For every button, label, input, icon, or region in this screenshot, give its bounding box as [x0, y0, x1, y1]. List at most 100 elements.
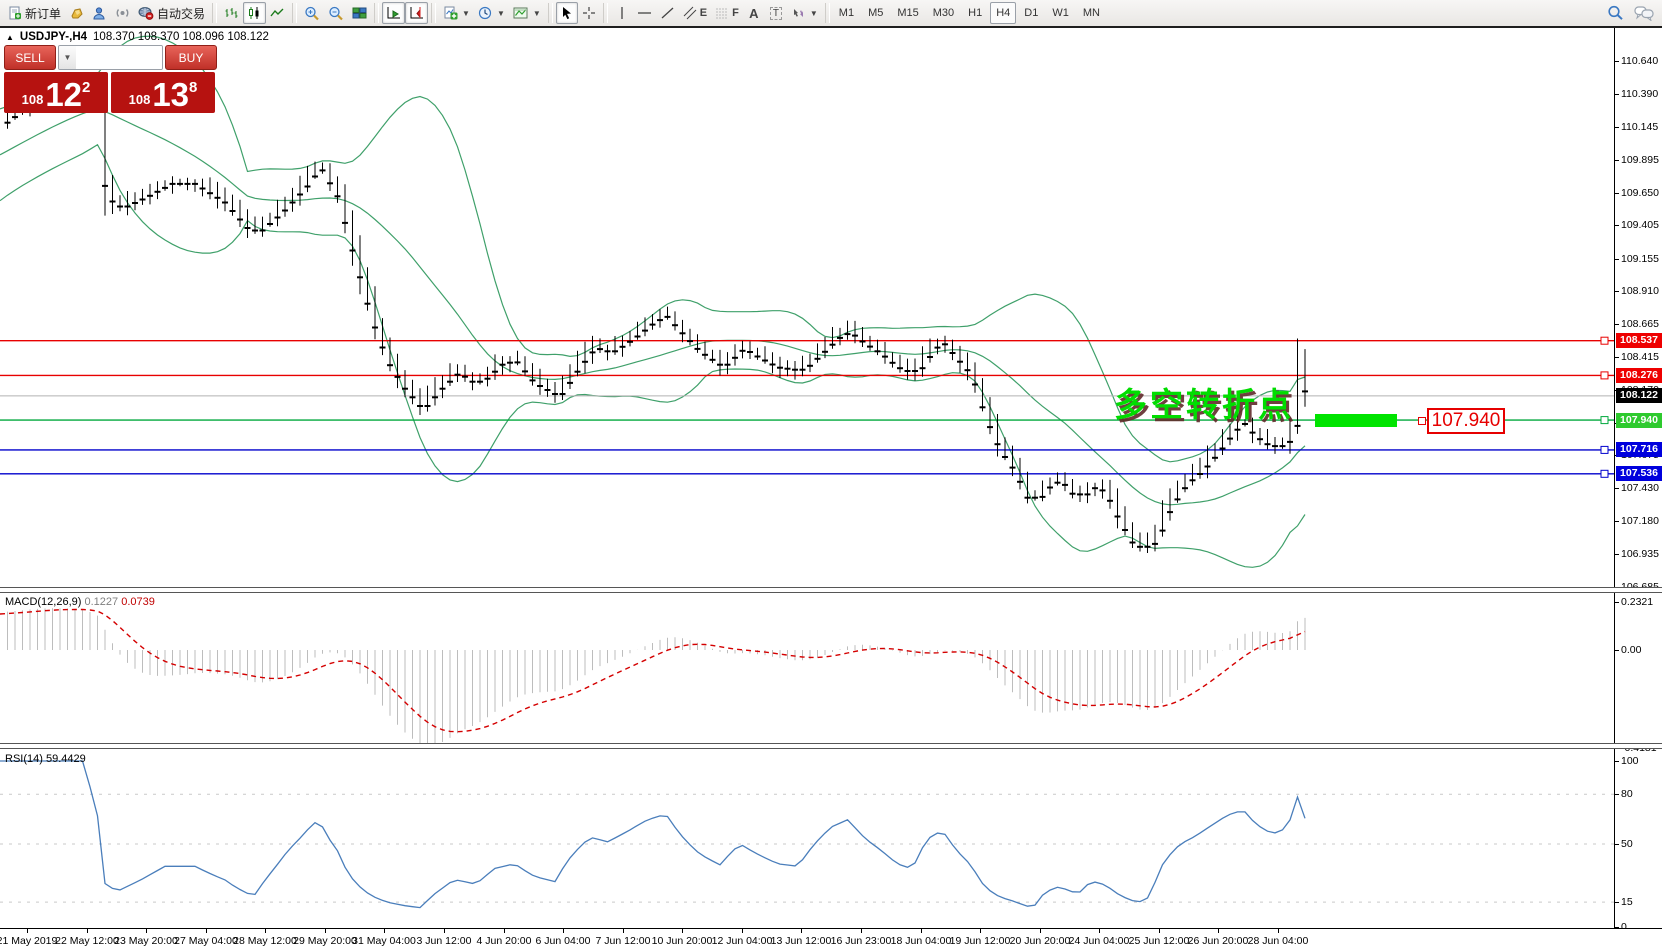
time-tick — [265, 929, 266, 933]
indicator-tick-label: 100 — [1621, 755, 1639, 767]
time-tick-label: 18 Jun 04:00 — [891, 935, 952, 947]
time-tick — [444, 929, 445, 933]
time-tick — [1159, 929, 1160, 933]
template-icon — [513, 6, 529, 20]
time-tick — [504, 929, 505, 933]
timeframe-H1[interactable]: H1 — [962, 2, 988, 24]
time-tick — [563, 929, 564, 933]
price-axis[interactable]: 110.640110.390110.145109.895109.650109.4… — [1614, 26, 1662, 950]
time-tick-label: 6 Jun 04:00 — [536, 935, 591, 947]
time-tick-label: 3 Jun 12:00 — [417, 935, 472, 947]
zoom-out-button[interactable] — [324, 2, 348, 24]
macd-pane-canvas[interactable] — [0, 593, 1614, 743]
collapse-arrow-icon[interactable]: ▲ — [6, 33, 14, 42]
horizontal-line-tool-button[interactable] — [633, 2, 656, 24]
pane-resize-handle-macd[interactable] — [0, 587, 1662, 593]
signals-button[interactable] — [111, 2, 134, 24]
time-axis[interactable]: 21 May 201922 May 12:0023 May 20:0027 Ma… — [0, 928, 1662, 950]
callout-anchor-handle[interactable] — [1418, 417, 1426, 425]
indicators-button[interactable]: ▼ — [439, 2, 474, 24]
axis-tick — [1615, 650, 1619, 651]
line-chart-icon — [270, 6, 285, 20]
auto-trading-label: 自动交易 — [157, 5, 205, 22]
axis-tick — [1615, 357, 1619, 358]
trendline-tool-button[interactable] — [656, 2, 679, 24]
axis-tick — [1615, 291, 1619, 292]
separator — [548, 3, 553, 23]
time-tick — [27, 929, 28, 933]
timeframe-H4[interactable]: H4 — [990, 2, 1016, 24]
vertical-line-tool-button[interactable] — [611, 2, 633, 24]
sell-quote[interactable]: 108 12 2 — [4, 72, 108, 113]
time-tick — [1040, 929, 1041, 933]
timeframe-D1[interactable]: D1 — [1018, 2, 1044, 24]
timeframe-MN[interactable]: MN — [1077, 2, 1106, 24]
auto-trading-button[interactable]: 自动交易 — [134, 2, 209, 24]
pane-resize-handle-rsi[interactable] — [0, 743, 1662, 749]
cursor-tool-button[interactable] — [556, 2, 578, 24]
horizontal-line-icon — [637, 6, 652, 20]
time-tick-label: 7 Jun 12:00 — [596, 935, 651, 947]
sell-button[interactable]: SELL — [4, 45, 56, 70]
text-label-tool-button[interactable]: T — [765, 2, 787, 24]
volume-input[interactable] — [76, 46, 163, 69]
separator — [374, 3, 379, 23]
time-tick-label: 21 May 2019 — [0, 935, 57, 947]
dropdown-caret: ▼ — [497, 9, 505, 18]
time-tick — [384, 929, 385, 933]
new-order-button[interactable]: 新订单 — [4, 2, 65, 24]
price-chart-canvas[interactable] — [0, 26, 1614, 587]
auto-scroll-button[interactable] — [382, 2, 405, 24]
crosshair-tool-button[interactable] — [578, 2, 600, 24]
support-zone-rectangle[interactable] — [1315, 414, 1397, 427]
bar-chart-mode-button[interactable] — [220, 2, 243, 24]
timeframe-W1[interactable]: W1 — [1046, 2, 1075, 24]
arrows-tool-button[interactable]: ▼ — [787, 2, 822, 24]
channel-tool-button[interactable]: E — [679, 2, 711, 24]
price-level-tag: 107.940 — [1616, 413, 1662, 428]
channel-letter: E — [700, 7, 707, 19]
line-chart-mode-button[interactable] — [266, 2, 289, 24]
rsi-pane-canvas[interactable] — [0, 750, 1614, 928]
indicator-tick-label: 0.00 — [1621, 644, 1641, 656]
candlestick-mode-button[interactable] — [243, 2, 266, 24]
trendline-icon — [660, 6, 675, 20]
auto-scroll-icon — [386, 6, 401, 20]
signal-icon — [115, 6, 130, 20]
buy-button[interactable]: BUY — [165, 45, 217, 70]
zoom-in-button[interactable] — [300, 2, 324, 24]
bar-chart-icon — [224, 6, 239, 20]
time-tick — [861, 929, 862, 933]
favorites-button[interactable] — [65, 2, 88, 24]
timeframe-M15[interactable]: M15 — [891, 2, 924, 24]
fibonacci-tool-button[interactable]: F — [711, 2, 743, 24]
axis-tick — [1615, 61, 1619, 62]
dropdown-caret: ▼ — [462, 9, 470, 18]
timeframe-M30[interactable]: M30 — [927, 2, 960, 24]
time-tick — [325, 929, 326, 933]
sell-price-pips: 12 — [45, 80, 82, 110]
macd-name: MACD(12,26,9) — [5, 596, 81, 608]
tile-windows-button[interactable] — [348, 2, 371, 24]
turning-point-annotation[interactable]: 多空转折点 — [1114, 378, 1294, 426]
sell-price-point: 2 — [82, 79, 90, 96]
text-tool-button[interactable]: A — [743, 2, 765, 24]
chart-shift-button[interactable] — [405, 2, 428, 24]
time-tick-label: 27 May 04:00 — [174, 935, 238, 947]
price-tick-label: 109.650 — [1621, 187, 1659, 199]
search-icon[interactable] — [1607, 5, 1624, 21]
chat-icon[interactable] — [1634, 5, 1654, 21]
profile-button[interactable] — [88, 2, 111, 24]
price-callout-label[interactable]: 107.940 — [1427, 408, 1505, 434]
price-tick-label: 110.640 — [1621, 55, 1658, 67]
one-click-trading-panel: SELL ▼ ▲ BUY 108 12 2 108 13 8 — [4, 45, 217, 113]
symbol-name: USDJPY-,H4 — [20, 31, 87, 43]
timeframe-M5[interactable]: M5 — [862, 2, 889, 24]
chart-shift-icon — [409, 6, 424, 20]
volume-decrease-button[interactable]: ▼ — [59, 46, 76, 69]
periods-button[interactable]: ▼ — [474, 2, 509, 24]
buy-quote[interactable]: 108 13 8 — [111, 72, 215, 113]
timeframe-M1[interactable]: M1 — [833, 2, 860, 24]
axis-tick — [1615, 521, 1619, 522]
templates-button[interactable]: ▼ — [509, 2, 545, 24]
